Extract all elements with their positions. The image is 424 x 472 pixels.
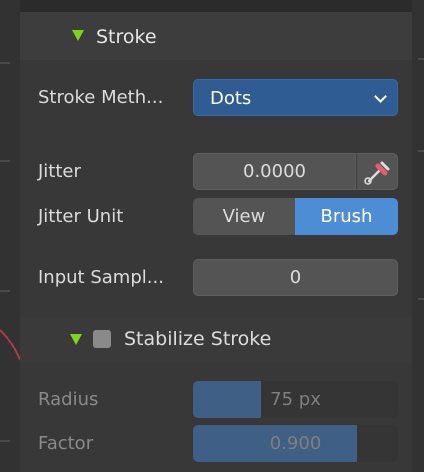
radius-label: Radius (38, 389, 99, 410)
stabilize-stroke-title: Stabilize Stroke (124, 328, 272, 350)
jitter-input[interactable]: 0.0000 (193, 153, 356, 190)
triangle-down-icon[interactable] (70, 334, 82, 345)
input-samples-value: 0 (289, 267, 302, 288)
input-samples-label: Input Sampl... (38, 267, 164, 288)
factor-label: Factor (38, 433, 94, 454)
editor-frame-right (412, 0, 424, 472)
factor-value: 0.900 (269, 433, 322, 454)
radius-value: 75 px (270, 389, 321, 410)
viewport-curve (0, 329, 20, 361)
radius-slider-fill (193, 381, 261, 418)
jitter-label: Jitter (38, 161, 81, 182)
jitter-unit-brush-button[interactable]: Brush (295, 198, 398, 235)
stroke-panel-title: Stroke (96, 26, 157, 48)
editor-frame-left (0, 0, 20, 472)
radius-slider[interactable]: 75 px (193, 381, 398, 418)
factor-slider[interactable]: 0.900 (193, 425, 398, 462)
jitter-value: 0.0000 (243, 161, 306, 182)
eyedropper-button[interactable] (356, 153, 398, 190)
stroke-method-dropdown[interactable]: Dots (193, 79, 398, 116)
stabilize-stroke-checkbox[interactable] (93, 330, 111, 348)
chevron-down-icon (374, 90, 387, 103)
stroke-method-value: Dots (210, 88, 252, 109)
stroke-method-label: Stroke Meth... (38, 87, 164, 108)
jitter-unit-label: Jitter Unit (38, 206, 124, 227)
jitter-unit-view-button[interactable]: View (193, 198, 295, 235)
triangle-down-icon[interactable] (72, 30, 84, 41)
input-samples-input[interactable]: 0 (193, 259, 398, 296)
eyedropper-icon (364, 161, 390, 185)
